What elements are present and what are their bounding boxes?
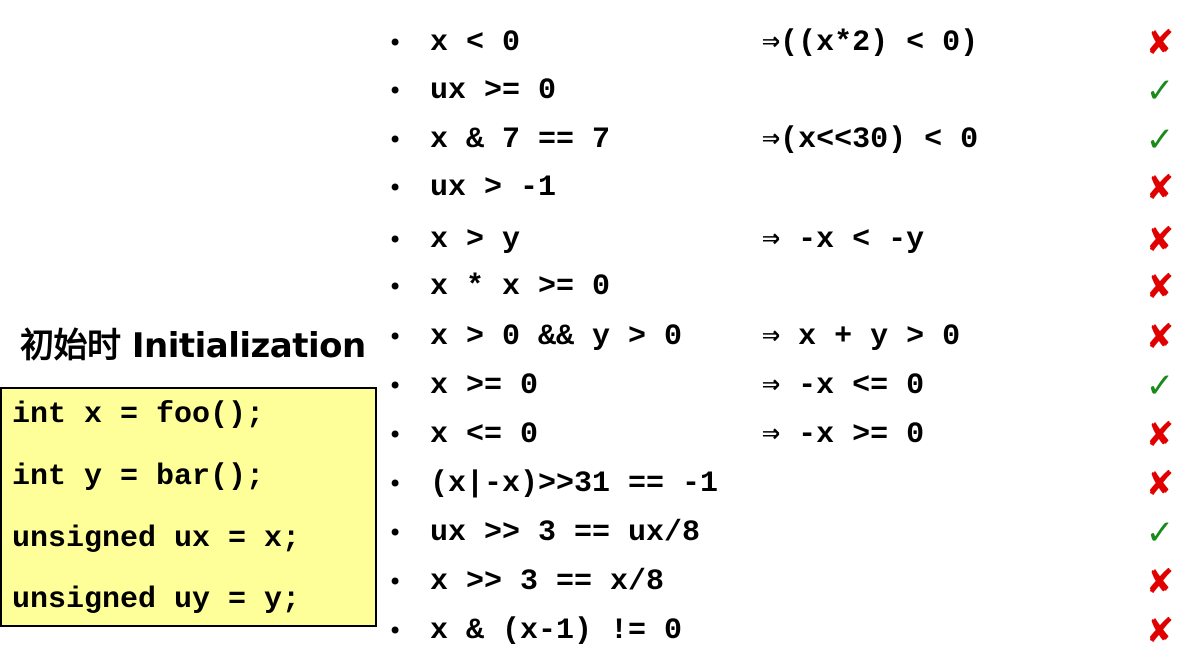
cross-icon: ✘	[1145, 415, 1175, 455]
bullet-icon: •	[388, 126, 403, 154]
bullet-icon: •	[388, 568, 403, 596]
expression-row: • (x|-x)>>31 == -1 ✘	[0, 462, 1193, 506]
expression-text: ux >= 0	[430, 74, 557, 108]
implication-text: ⇒((x*2) < 0)	[762, 26, 979, 60]
expression-text: x >> 3 == x/8	[430, 565, 665, 599]
bullet-icon: •	[388, 174, 403, 202]
bullet-icon: •	[388, 323, 403, 351]
expression-text: x * x >= 0	[430, 270, 611, 304]
expression-text: x & 7 == 7	[430, 123, 611, 157]
check-icon: ✓	[1145, 120, 1175, 160]
expression-row: • x & (x-1) != 0 ✘	[0, 609, 1193, 653]
bullet-icon: •	[388, 29, 403, 57]
expression-row: • x > y ⇒ -x < -y ✘	[0, 218, 1193, 262]
implication-text: ⇒(x<<30) < 0	[762, 123, 979, 157]
expression-text: ux > -1	[430, 171, 557, 205]
bullet-icon: •	[388, 372, 403, 400]
bullet-icon: •	[388, 519, 403, 547]
cross-icon: ✘	[1145, 317, 1175, 357]
bullet-icon: •	[388, 617, 403, 645]
check-icon: ✓	[1145, 513, 1175, 553]
cross-icon: ✘	[1145, 220, 1175, 260]
bullet-icon: •	[388, 470, 403, 498]
expression-text: x <= 0	[430, 418, 539, 452]
expression-row: • x >= 0 ⇒ -x <= 0 ✓	[0, 364, 1193, 408]
expression-row: • x > 0 && y > 0 ⇒ x + y > 0 ✘	[0, 315, 1193, 359]
expression-text: x & (x-1) != 0	[430, 614, 683, 648]
implication-text: ⇒ x + y > 0	[762, 320, 961, 354]
expression-row: • ux > -1 ✘	[0, 166, 1193, 210]
cross-icon: ✘	[1145, 464, 1175, 504]
expression-row: • ux >> 3 == ux/8 ✓	[0, 511, 1193, 555]
expression-row: • x <= 0 ⇒ -x >= 0 ✘	[0, 413, 1193, 457]
expression-row: • x * x >= 0 ✘	[0, 265, 1193, 309]
expression-text: x < 0	[430, 26, 521, 60]
implication-text: ⇒ -x < -y	[762, 223, 925, 257]
check-icon: ✓	[1145, 71, 1175, 111]
check-icon: ✓	[1145, 366, 1175, 406]
implication-text: ⇒ -x <= 0	[762, 369, 925, 403]
cross-icon: ✘	[1145, 562, 1175, 602]
bullet-icon: •	[388, 77, 403, 105]
expression-text: ux >> 3 == ux/8	[430, 516, 701, 550]
expression-text: x > 0 && y > 0	[430, 320, 683, 354]
bullet-icon: •	[388, 421, 403, 449]
expression-row: • x >> 3 == x/8 ✘	[0, 560, 1193, 604]
cross-icon: ✘	[1145, 267, 1175, 307]
expression-list: • x < 0 ⇒((x*2) < 0) ✘ • ux >= 0 ✓ • x & 7 == 7 ⇒…	[0, 0, 1193, 662]
expression-row: • x & 7 == 7 ⇒(x<<30) < 0 ✓	[0, 118, 1193, 162]
expression-row: • ux >= 0 ✓	[0, 69, 1193, 113]
implication-text: ⇒ -x >= 0	[762, 418, 925, 452]
expression-text: (x|-x)>>31 == -1	[430, 467, 719, 501]
expression-row: • x < 0 ⇒((x*2) < 0) ✘	[0, 21, 1193, 65]
bullet-icon: •	[388, 273, 403, 301]
cross-icon: ✘	[1145, 23, 1175, 63]
cross-icon: ✘	[1145, 611, 1175, 651]
bullet-icon: •	[388, 226, 403, 254]
expression-text: x >= 0	[430, 369, 539, 403]
cross-icon: ✘	[1145, 168, 1175, 208]
expression-text: x > y	[430, 223, 521, 257]
